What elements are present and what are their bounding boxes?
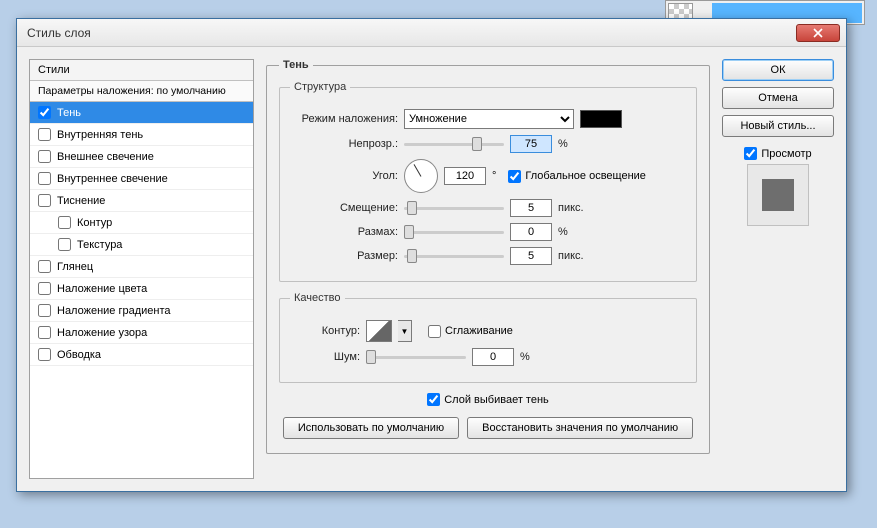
titlebar: Стиль слоя — [17, 19, 846, 47]
blend-mode-select[interactable]: Умножение — [404, 109, 574, 129]
global-light-checkbox[interactable]: Глобальное освещение — [508, 170, 646, 183]
knockout-label: Слой выбивает тень — [444, 394, 549, 406]
knockout-checkbox[interactable]: Слой выбивает тень — [427, 393, 549, 406]
noise-unit: % — [520, 351, 564, 363]
style-item[interactable]: Внешнее свечение — [30, 146, 253, 168]
style-item[interactable]: Глянец — [30, 256, 253, 278]
style-item-label: Внешнее свечение — [57, 151, 154, 163]
style-item-label: Глянец — [57, 261, 93, 273]
contour-dropdown[interactable]: ▼ — [398, 320, 412, 342]
antialias-checkbox[interactable]: Сглаживание — [428, 325, 513, 338]
size-label: Размер: — [290, 250, 398, 262]
noise-slider[interactable] — [366, 356, 466, 359]
distance-slider[interactable] — [404, 207, 504, 210]
style-item[interactable]: Внутреннее свечение — [30, 168, 253, 190]
angle-unit: ° — [492, 170, 496, 182]
style-item[interactable]: Контур — [30, 212, 253, 234]
structure-legend: Структура — [290, 81, 350, 93]
style-checkbox[interactable] — [38, 172, 51, 185]
style-checkbox[interactable] — [38, 194, 51, 207]
size-unit: пикс. — [558, 250, 602, 262]
quality-legend: Качество — [290, 292, 345, 304]
distance-unit: пикс. — [558, 202, 602, 214]
preview-label: Просмотр — [761, 148, 811, 160]
style-item-label: Внутреннее свечение — [57, 173, 168, 185]
style-item-label: Внутренняя тень — [57, 129, 143, 141]
angle-input[interactable] — [444, 167, 486, 185]
group-legend: Тень — [279, 59, 313, 71]
spread-unit: % — [558, 226, 602, 238]
style-checkbox[interactable] — [38, 304, 51, 317]
ok-button[interactable]: ОК — [722, 59, 834, 81]
style-item[interactable]: Наложение цвета — [30, 278, 253, 300]
style-checkbox[interactable] — [38, 150, 51, 163]
shadow-color-swatch[interactable] — [580, 110, 622, 128]
style-checkbox[interactable] — [58, 216, 71, 229]
settings-panel: Тень Структура Режим наложения: Умножени… — [266, 59, 710, 479]
style-item[interactable]: Тень — [30, 102, 253, 124]
style-item[interactable]: Наложение градиента — [30, 300, 253, 322]
style-checkbox[interactable] — [38, 348, 51, 361]
opacity-unit: % — [558, 138, 602, 150]
noise-input[interactable] — [472, 348, 514, 366]
opacity-slider[interactable] — [404, 143, 504, 146]
size-input[interactable] — [510, 247, 552, 265]
style-checkbox[interactable] — [38, 282, 51, 295]
right-panel: ОК Отмена Новый стиль... Просмотр — [722, 59, 834, 479]
reset-default-button[interactable]: Восстановить значения по умолчанию — [467, 417, 693, 439]
style-item[interactable]: Текстура — [30, 234, 253, 256]
preview-checkbox[interactable]: Просмотр — [744, 147, 811, 160]
style-item-label: Наложение цвета — [57, 283, 147, 295]
global-light-label: Глобальное освещение — [525, 170, 646, 182]
style-checkbox[interactable] — [58, 238, 71, 251]
contour-picker[interactable] — [366, 320, 392, 342]
style-item-label: Тиснение — [57, 195, 105, 207]
style-item-label: Наложение градиента — [57, 305, 171, 317]
blending-options-header[interactable]: Параметры наложения: по умолчанию — [30, 81, 253, 102]
styles-header[interactable]: Стили — [30, 60, 253, 81]
style-checkbox[interactable] — [38, 326, 51, 339]
style-item-label: Наложение узора — [57, 327, 147, 339]
make-default-button[interactable]: Использовать по умолчанию — [283, 417, 459, 439]
opacity-input[interactable] — [510, 135, 552, 153]
style-checkbox[interactable] — [38, 128, 51, 141]
structure-group: Структура Режим наложения: Умножение Неп… — [279, 81, 697, 282]
style-item-label: Тень — [57, 107, 81, 119]
opacity-label: Непрозр.: — [290, 138, 398, 150]
distance-label: Смещение: — [290, 202, 398, 214]
style-item-label: Текстура — [77, 239, 122, 251]
style-item[interactable]: Наложение узора — [30, 322, 253, 344]
blend-mode-label: Режим наложения: — [290, 113, 398, 125]
preview-swatch — [762, 179, 794, 211]
title: Стиль слоя — [27, 26, 796, 40]
distance-input[interactable] — [510, 199, 552, 217]
style-checkbox[interactable] — [38, 106, 51, 119]
styles-list-panel: Стили Параметры наложения: по умолчанию … — [29, 59, 254, 479]
style-item[interactable]: Внутренняя тень — [30, 124, 253, 146]
spread-label: Размах: — [290, 226, 398, 238]
cancel-button[interactable]: Отмена — [722, 87, 834, 109]
style-item-label: Обводка — [57, 349, 101, 361]
style-item[interactable]: Тиснение — [30, 190, 253, 212]
angle-label: Угол: — [290, 170, 398, 182]
contour-label: Контур: — [290, 325, 360, 337]
size-slider[interactable] — [404, 255, 504, 258]
style-item[interactable]: Обводка — [30, 344, 253, 366]
spread-slider[interactable] — [404, 231, 504, 234]
preview-box — [747, 164, 809, 226]
noise-label: Шум: — [290, 351, 360, 363]
style-item-label: Контур — [77, 217, 112, 229]
style-checkbox[interactable] — [38, 260, 51, 273]
shadow-group: Тень Структура Режим наложения: Умножени… — [266, 59, 710, 454]
angle-dial[interactable] — [404, 159, 438, 193]
layer-style-dialog: Стиль слоя Стили Параметры наложения: по… — [16, 18, 847, 492]
close-icon — [813, 28, 823, 38]
close-button[interactable] — [796, 24, 840, 42]
new-style-button[interactable]: Новый стиль... — [722, 115, 834, 137]
antialias-label: Сглаживание — [445, 325, 513, 337]
spread-input[interactable] — [510, 223, 552, 241]
quality-group: Качество Контур: ▼ Сглаживание Шум: — [279, 292, 697, 383]
